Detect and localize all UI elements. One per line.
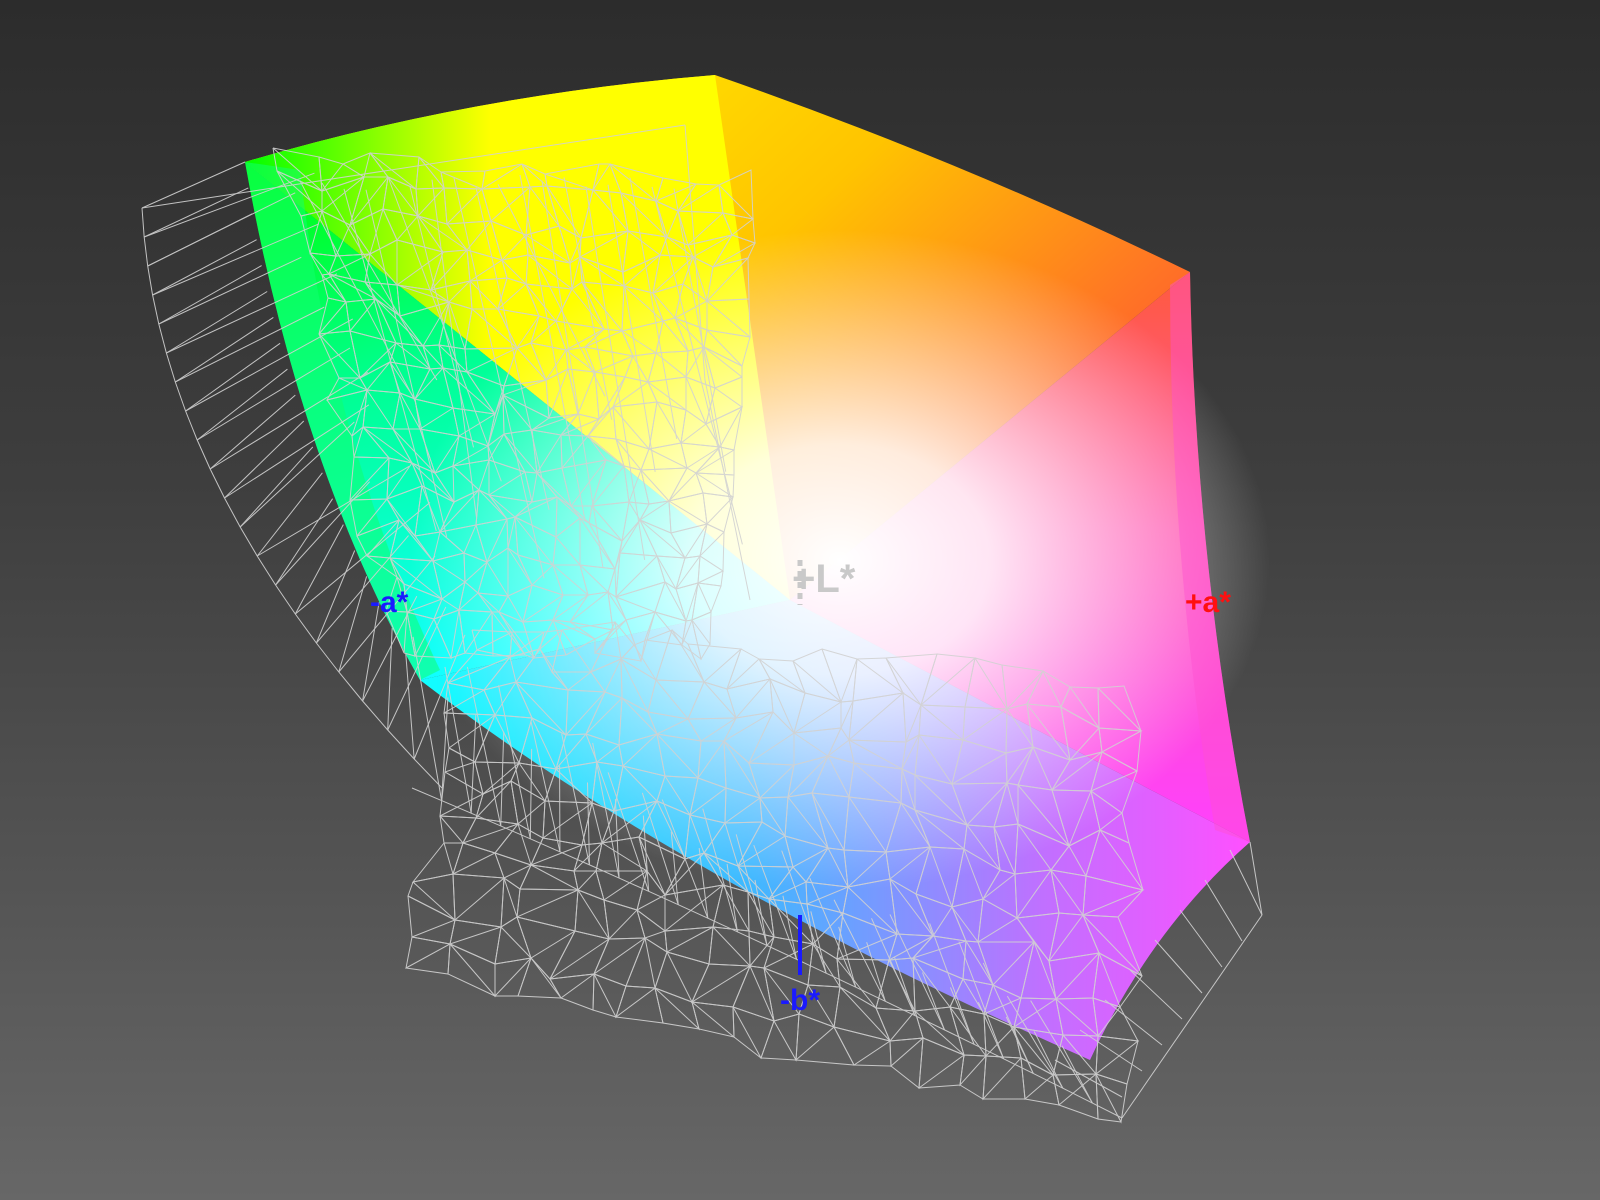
- l-plus-label: +L*: [792, 557, 856, 601]
- a-plus-label: +a*: [1185, 586, 1231, 619]
- b-minus-label: -b*: [780, 984, 820, 1017]
- gamut-diagram: +L* +a* -a* -b*: [141, 75, 1270, 1124]
- a-minus-label: -a*: [370, 586, 409, 619]
